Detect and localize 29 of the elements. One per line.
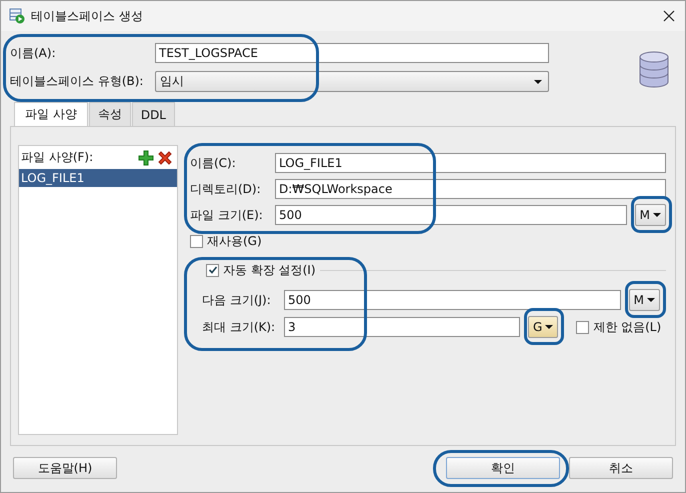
cancel-button[interactable]: 취소 — [569, 457, 673, 479]
ok-button[interactable]: 확인 — [446, 457, 560, 479]
field-label: 최대 크기(K): — [202, 318, 276, 336]
checkbox-label: 제한 없음(L) — [593, 318, 662, 336]
tab[interactable]: 속성 — [88, 102, 131, 126]
file-list-item[interactable]: LOG_FILE1 — [19, 169, 177, 187]
tablespace-type-dropdown[interactable]: 임시 — [155, 71, 549, 92]
unit-dropdown[interactable]: M — [628, 289, 660, 311]
group-label: 자동 확장 설정(I) — [223, 262, 316, 278]
unit-dropdown[interactable]: G — [528, 316, 558, 338]
list-label: 파일 사양(F): — [21, 149, 94, 166]
text-input[interactable]: LOG_FILE1 — [275, 153, 666, 173]
field-label: 파일 크기(E): — [190, 206, 264, 224]
field-label: 디렉토리(D): — [190, 180, 262, 198]
text-input[interactable]: 500 — [275, 205, 627, 225]
field-label: 이름(C): — [190, 154, 237, 172]
field-label: 이름(A): — [10, 44, 57, 62]
text-input[interactable]: 3 — [284, 317, 520, 337]
help-button[interactable]: 도움말(H) — [13, 457, 117, 479]
tab[interactable]: 파일 사양 — [14, 102, 88, 126]
name-input[interactable]: TEST_LOGSPACE — [155, 43, 549, 63]
text-input[interactable]: D:₩SQLWorkspace — [275, 179, 666, 199]
tab[interactable]: DDL — [132, 102, 175, 126]
checkbox-label: 재사용(G) — [207, 232, 262, 250]
field-label: 다음 크기(J): — [202, 292, 272, 308]
unit-dropdown[interactable]: M — [634, 204, 666, 226]
window-title: 테이블스페이스 생성 — [31, 8, 143, 24]
text-input[interactable]: 500 — [284, 290, 621, 310]
field-label: 테이블스페이스 유형(B): — [10, 73, 144, 90]
